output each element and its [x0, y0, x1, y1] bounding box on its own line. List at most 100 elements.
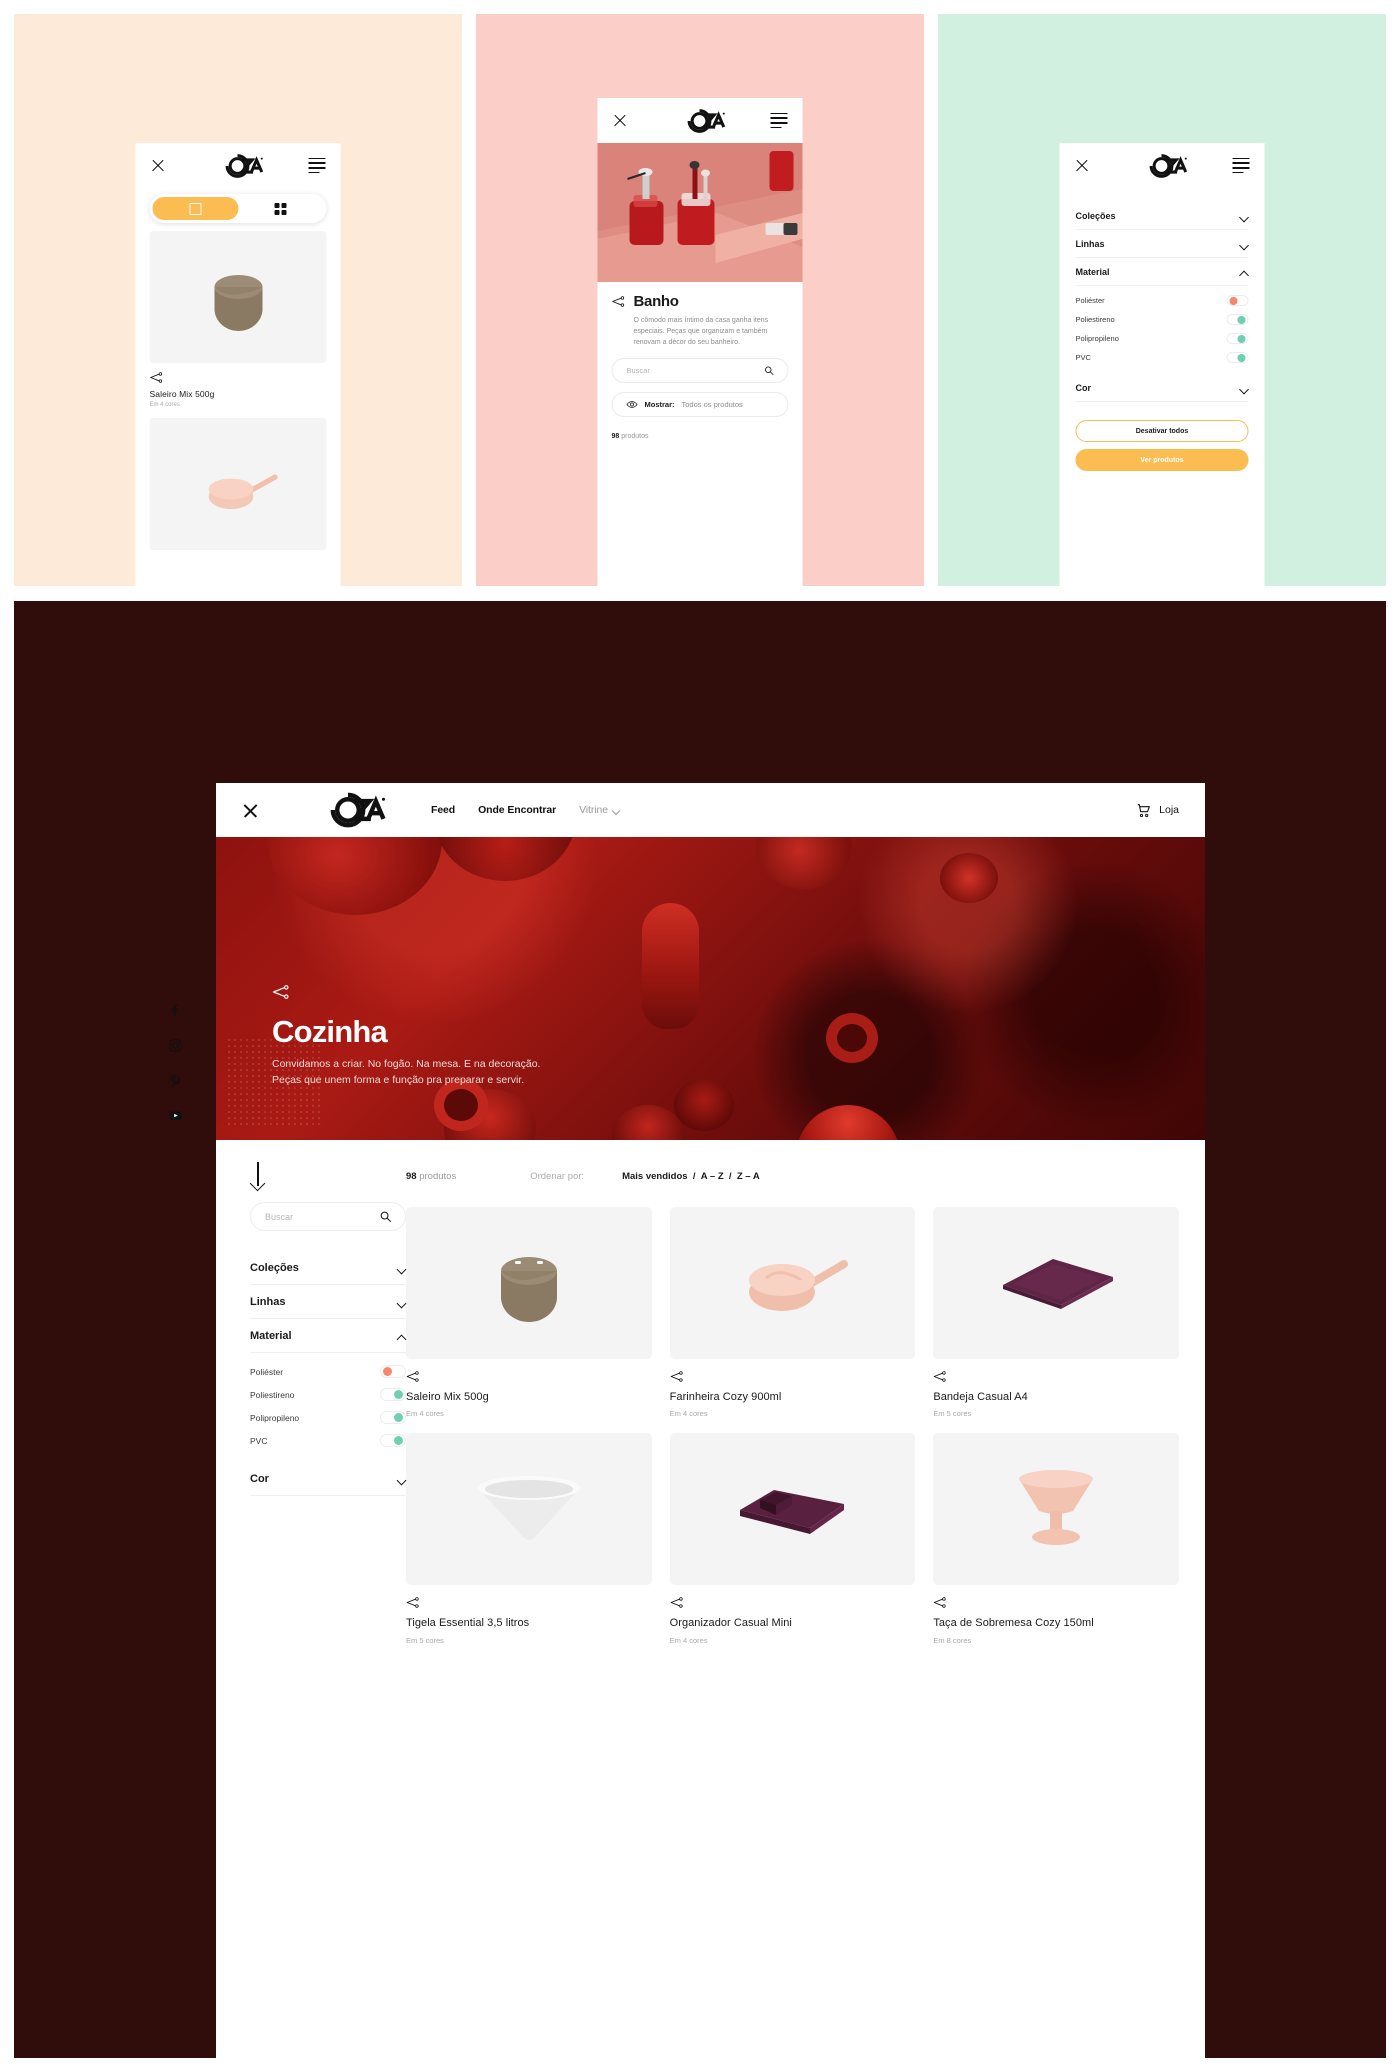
share-icon[interactable]: [150, 372, 327, 383]
sort-option-mais-vendidos[interactable]: Mais vendidos: [622, 1171, 687, 1182]
toggle-switch[interactable]: [380, 1388, 406, 1401]
material-option-poliestireno[interactable]: Poliestireno: [250, 1383, 406, 1406]
instagram-icon[interactable]: [168, 1038, 183, 1053]
filter-section-colecoes[interactable]: Coleções: [1075, 202, 1249, 230]
desktop-mockup: Feed Onde Encontrar Vitrine Loja Cozinha…: [216, 783, 1205, 2058]
product-card[interactable]: Bandeja Casual A4 Em 5 cores: [933, 1207, 1179, 1418]
pinterest-icon[interactable]: [168, 1073, 183, 1088]
desktop-header: Feed Onde Encontrar Vitrine Loja: [216, 783, 1205, 837]
hamburger-menu-icon[interactable]: [308, 157, 326, 174]
filter-section-material[interactable]: Material: [1075, 258, 1249, 286]
shop-label[interactable]: Loja: [1159, 804, 1179, 816]
view-products-button[interactable]: Ver produtos: [1075, 449, 1249, 471]
product-name: Farinheira Cozy 900ml: [669, 1391, 782, 1403]
nav-item-onde-encontrar[interactable]: Onde Encontrar: [478, 804, 556, 816]
nav-item-vitrine[interactable]: Vitrine: [579, 804, 620, 816]
toggle-switch[interactable]: [1226, 333, 1249, 344]
material-option-poliester[interactable]: Poliéster: [1076, 291, 1249, 310]
search-input[interactable]: Buscar: [611, 357, 789, 383]
toggle-switch[interactable]: [1226, 295, 1249, 306]
product-thumbnail: [149, 418, 327, 550]
product-name: Organizador Casual Mini: [669, 1617, 792, 1630]
share-icon[interactable]: [272, 985, 542, 1004]
facebook-icon[interactable]: [168, 1003, 183, 1018]
filter-section-colecoes[interactable]: Coleções: [250, 1251, 406, 1285]
product-card[interactable]: Tigela Essential 3,5 litros Em 5 cores: [406, 1433, 652, 1645]
filter-section-material[interactable]: Material: [250, 1319, 406, 1353]
product-thumbnail: [669, 1433, 916, 1586]
toggle-switch[interactable]: [380, 1365, 406, 1378]
filter-label: Linhas: [250, 1296, 286, 1308]
share-icon[interactable]: [406, 1371, 652, 1382]
product-card[interactable]: [149, 418, 327, 550]
toggle-switch[interactable]: [1226, 352, 1249, 363]
close-icon[interactable]: [1075, 158, 1090, 173]
sort-separator: /: [687, 1171, 701, 1182]
search-input[interactable]: Buscar: [250, 1202, 406, 1231]
material-option-poliester[interactable]: Poliéster: [250, 1360, 406, 1383]
show-value: Todos os produtos: [681, 399, 743, 409]
scroll-down-arrow-icon[interactable]: [250, 1162, 266, 1188]
share-icon[interactable]: [670, 1371, 916, 1382]
toggle-switch[interactable]: [380, 1434, 406, 1447]
product-card[interactable]: Saleiro Mix 500g Em 4 cores: [149, 231, 327, 408]
filter-section-linhas[interactable]: Linhas: [250, 1285, 406, 1319]
search-icon: [765, 366, 774, 375]
filter-section-cor[interactable]: Cor: [250, 1462, 406, 1496]
material-option-pvc[interactable]: PVC: [1076, 348, 1249, 367]
product-color-count: Em 8 cores: [933, 1635, 972, 1645]
chevron-down-icon: [613, 807, 620, 814]
view-mode-single-icon[interactable]: [152, 197, 238, 220]
coza-logo: [309, 791, 387, 829]
eye-icon: [626, 400, 638, 408]
product-thumbnail: [933, 1433, 1179, 1586]
phone-topbar: [135, 143, 341, 188]
product-color-count: Em 5 cores: [933, 1409, 972, 1419]
filter-section-cor[interactable]: Cor: [1075, 374, 1249, 402]
product-card[interactable]: Farinheira Cozy 900ml Em 4 cores: [669, 1207, 916, 1418]
option-label: Polipropileno: [250, 1412, 300, 1423]
share-icon[interactable]: [612, 296, 625, 307]
chevron-down-icon: [397, 1264, 406, 1273]
desktop-hero: Cozinha Convidamos a criar. No fogão. Na…: [216, 837, 1205, 1140]
product-name: Bandeja Casual A4: [933, 1391, 1028, 1403]
toggle-switch[interactable]: [380, 1411, 406, 1424]
youtube-icon[interactable]: [168, 1108, 183, 1123]
share-icon[interactable]: [406, 1597, 652, 1609]
sort-option-z-a[interactable]: Z – A: [737, 1171, 760, 1182]
option-label: Poliéster: [1075, 296, 1105, 305]
filter-section-linhas[interactable]: Linhas: [1075, 230, 1249, 258]
page-title: Cozinha: [272, 1014, 388, 1049]
option-label: PVC: [250, 1435, 268, 1446]
hamburger-menu-icon[interactable]: [1232, 157, 1250, 174]
share-icon[interactable]: [933, 1371, 1179, 1382]
product-color-count: Em 4 cores: [406, 1409, 444, 1419]
chevron-down-icon: [1240, 240, 1249, 249]
view-mode-toggle[interactable]: [149, 194, 327, 223]
close-icon[interactable]: [613, 113, 628, 128]
share-icon[interactable]: [933, 1597, 1179, 1609]
product-card[interactable]: Saleiro Mix 500g Em 4 cores: [406, 1207, 652, 1418]
sort-option-a-z[interactable]: A – Z: [701, 1171, 724, 1182]
nav-item-label: Vitrine: [579, 804, 608, 816]
close-icon[interactable]: [151, 158, 166, 173]
material-options: Poliéster Poliestireno Polipropileno PVC: [250, 1353, 406, 1452]
share-icon[interactable]: [670, 1597, 916, 1609]
hamburger-menu-icon[interactable]: [770, 112, 788, 129]
cart-icon[interactable]: [1136, 803, 1151, 818]
toggle-switch[interactable]: [1226, 314, 1249, 325]
product-thumbnail: [149, 231, 327, 363]
product-card[interactable]: Organizador Casual Mini Em 4 cores: [669, 1433, 916, 1645]
view-mode-grid-icon[interactable]: [238, 197, 324, 220]
material-option-pvc[interactable]: PVC: [250, 1429, 406, 1452]
show-filter-dropdown[interactable]: Mostrar: Todos os produtos: [611, 391, 789, 417]
sort-bar: 98 produtos Ordenar por: Mais vendidos /…: [406, 1162, 1179, 1191]
material-option-polipropileno[interactable]: Polipropileno: [250, 1406, 406, 1429]
material-option-polipropileno[interactable]: Polipropileno: [1076, 329, 1249, 348]
nav-item-feed[interactable]: Feed: [431, 804, 455, 816]
material-option-poliestireno[interactable]: Poliestireno: [1076, 310, 1249, 329]
deactivate-all-button[interactable]: Desativar todos: [1075, 420, 1249, 442]
product-card[interactable]: Taça de Sobremesa Cozy 150ml Em 8 cores: [933, 1433, 1179, 1645]
desktop-header-right[interactable]: Loja: [1136, 803, 1179, 818]
close-icon[interactable]: [242, 802, 259, 819]
